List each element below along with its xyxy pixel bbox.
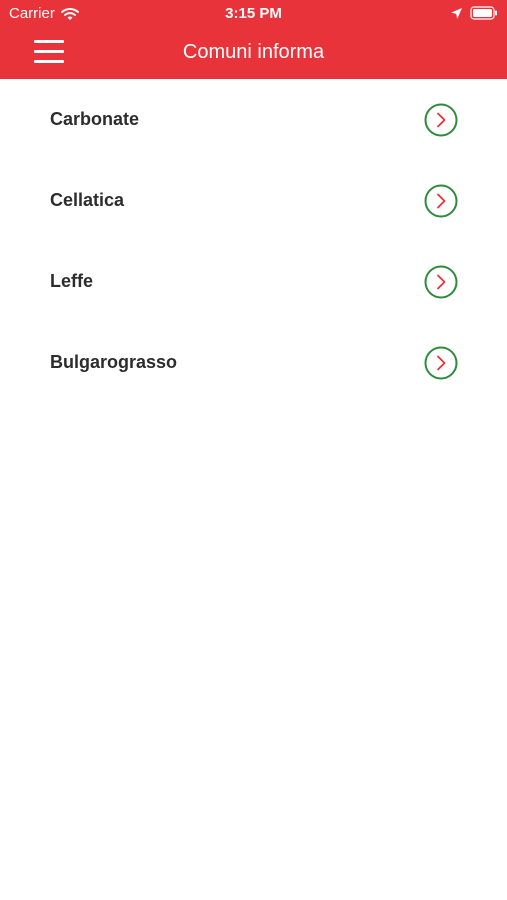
comuni-list: Carbonate Cellatica Leffe Bulgarograsso [0,79,507,403]
status-bar: Carrier 3:15 PM [0,0,507,28]
list-item-label: Leffe [50,271,94,291]
battery-icon [470,6,498,20]
chevron-right-circle-icon[interactable] [424,103,458,137]
nav-bar: Comuni informa [0,28,507,79]
chevron-right-circle-icon[interactable] [424,184,458,218]
status-time: 3:15 PM [225,5,282,22]
chevron-right-circle-icon[interactable] [424,346,458,380]
list-item-label: Bulgarograsso [50,352,178,372]
screen: Carrier 3:15 PM Comuni informa Carbonate… [0,0,507,900]
list-item-leffe[interactable]: Leffe [0,241,507,322]
chevron-right-circle-icon[interactable] [424,265,458,299]
list-item-cellatica[interactable]: Cellatica [0,160,507,241]
list-item-carbonate[interactable]: Carbonate [0,79,507,160]
header: Carrier 3:15 PM Comuni informa [0,0,507,79]
list-item-label: Carbonate [50,109,140,129]
list-item-bulgarograsso[interactable]: Bulgarograsso [0,322,507,403]
status-right-icons [450,5,498,21]
page-title: Comuni informa [182,41,325,63]
list-item-label: Cellatica [50,190,125,210]
location-arrow-icon [450,7,463,20]
